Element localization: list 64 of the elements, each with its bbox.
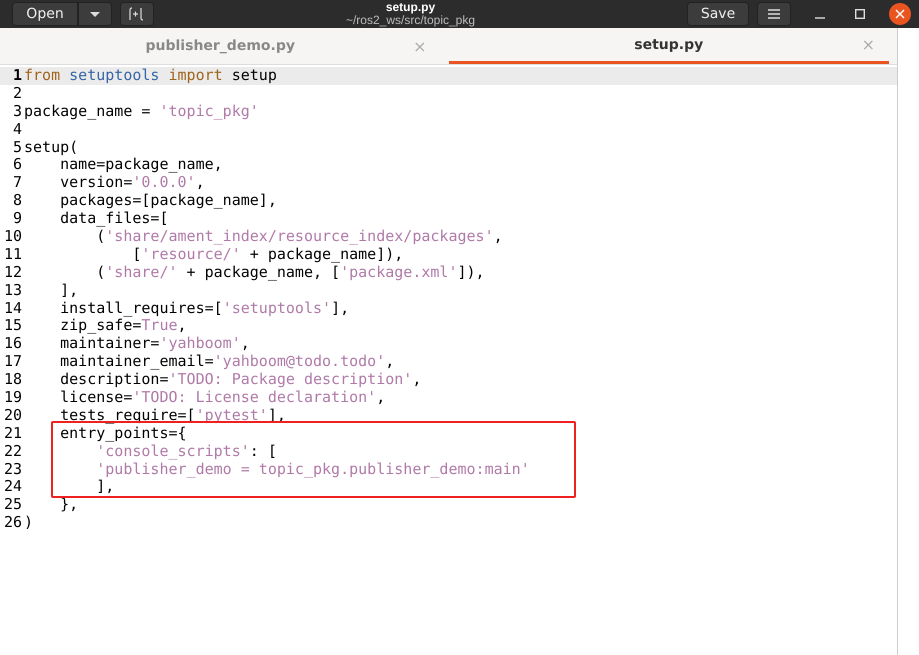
line-number: 4 xyxy=(12,120,23,139)
code-line: ) xyxy=(24,514,34,532)
line-number: 9 xyxy=(12,210,23,228)
code-line: ('share/ament_index/resource_index/packages', xyxy=(95,228,503,246)
line-number: 11 xyxy=(2,246,23,264)
line-number: 2 xyxy=(12,84,23,103)
code-line: ['resource/' + package_name]), xyxy=(131,246,404,264)
code-line: version='0.0.0', xyxy=(59,174,205,192)
code-line: description='TODO: Package description', xyxy=(59,371,422,390)
line-number: 25 xyxy=(2,496,23,514)
line-number: 16 xyxy=(2,335,23,354)
code-line: }, xyxy=(59,496,78,514)
dropdown-button[interactable] xyxy=(78,2,112,26)
line-number: 23 xyxy=(2,460,23,478)
code-line: entry_points={ xyxy=(59,424,187,443)
caret-icon xyxy=(89,10,101,18)
minimize-icon xyxy=(815,17,825,19)
line-number: 5 xyxy=(12,138,23,156)
line-number: 20 xyxy=(2,406,23,425)
save-button[interactable]: Save xyxy=(687,2,749,26)
line-number: 22 xyxy=(2,442,23,461)
line-number: 24 xyxy=(2,478,23,496)
line-number: 17 xyxy=(2,353,23,372)
code-line: license='TODO: License declaration', xyxy=(59,389,386,407)
window-title: setup.py xyxy=(386,1,436,14)
code-line: name=package_name, xyxy=(60,156,223,174)
line-number: 1 xyxy=(12,67,23,85)
line-number: 14 xyxy=(2,300,23,318)
code-line: package_name = 'topic_pkg' xyxy=(24,102,259,121)
code-line: packages=[package_name], xyxy=(59,192,277,210)
window-subtitle: ~/ros2_ws/src/topic_pkg xyxy=(346,14,476,27)
code-line: zip_safe=True, xyxy=(59,317,187,336)
code-line: 'console_scripts': [ xyxy=(95,442,277,461)
code-line: from setuptools import setup xyxy=(24,67,277,85)
code-line: ], xyxy=(59,282,78,300)
open-button[interactable]: Open xyxy=(12,2,78,26)
new-tab-icon xyxy=(129,7,145,21)
code-line: install_requires=['setuptools'], xyxy=(59,300,350,318)
line-number: 21 xyxy=(2,424,23,443)
close-button[interactable] xyxy=(889,3,911,25)
line-number: 15 xyxy=(2,317,23,336)
menu-icon xyxy=(768,9,780,19)
code-line: maintainer='yahboom', xyxy=(59,335,250,354)
line-number: 3 xyxy=(12,102,23,121)
line-number: 12 xyxy=(2,264,23,282)
tab[interactable]: setup.py × xyxy=(448,28,889,64)
code-line: ], xyxy=(95,478,114,496)
code-line: ('share/' + package_name, ['package.xml']), xyxy=(95,264,485,282)
code-line: 'publisher_demo = topic_pkg.publisher_demo:main' xyxy=(95,460,530,478)
line-number: 19 xyxy=(2,389,23,407)
code-line: setup( xyxy=(24,138,78,156)
code-line: maintainer_email='yahboom@todo.todo', xyxy=(59,353,394,372)
close-icon xyxy=(895,9,905,19)
new-tab-button[interactable] xyxy=(120,2,154,26)
line-number: 7 xyxy=(12,174,23,192)
line-number: 18 xyxy=(2,371,23,390)
line-number: 26 xyxy=(2,514,23,532)
line-number: 13 xyxy=(2,282,23,300)
line-number: 8 xyxy=(12,192,23,210)
line-number: 6 xyxy=(12,156,23,174)
menu-button[interactable] xyxy=(757,2,791,26)
code-line: data_files=[ xyxy=(59,210,168,228)
maximize-icon xyxy=(855,9,865,19)
line-number: 10 xyxy=(2,228,23,246)
